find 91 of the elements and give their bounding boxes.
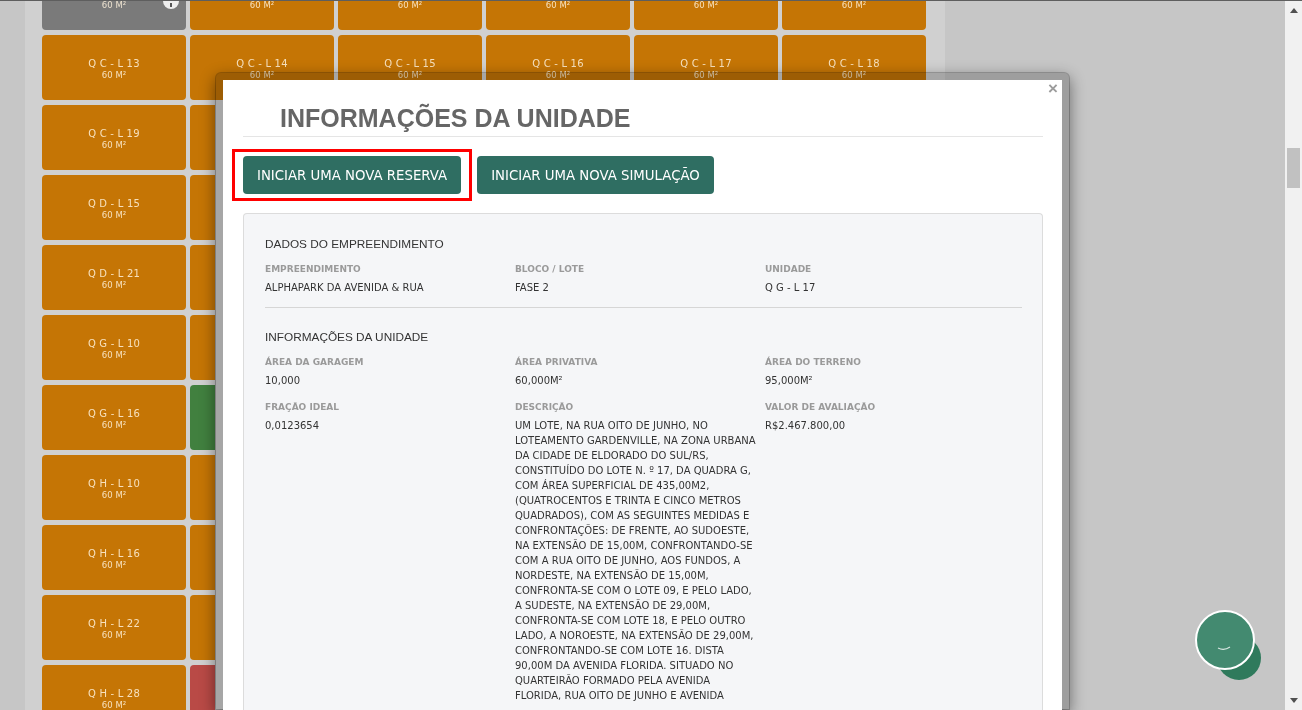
tile-area: 60 M² [101, 700, 127, 710]
tile-label: Q D - L 21 [87, 267, 141, 280]
field-value: ALPHAPARK DA AVENIDA & RUA [265, 281, 424, 295]
scroll-up-icon[interactable] [1289, 8, 1298, 13]
circle-button-icon[interactable] [1194, 609, 1262, 681]
tile-area: 60 M² [249, 70, 275, 81]
field-label: ÁREA PRIVATIVA [515, 355, 598, 369]
field-label: EMPREENDIMENTO [265, 263, 361, 276]
unit-tile[interactable]: 60 M² [338, 1, 482, 30]
tile-area: 60 M² [397, 70, 423, 81]
tile-area: 60 M² [101, 630, 127, 641]
tile-label: Q D - L 15 [87, 197, 141, 210]
tile-label: Q C - L 14 [236, 57, 288, 70]
scrollbar-thumb[interactable] [1287, 148, 1300, 188]
tile-area: 60 M² [841, 70, 867, 81]
tile-area: 60 M² [101, 0, 127, 11]
field-label: FRAÇÃO IDEAL [265, 401, 340, 414]
tile-label: Q C - L 18 [828, 57, 880, 70]
field-value: 95,000M² [765, 374, 813, 388]
unit-tile[interactable]: Q G - L 10 60 M² [42, 315, 186, 380]
tile-label: Q H - L 16 [88, 547, 140, 560]
unit-tile[interactable]: Q C - L 13 60 M² [42, 35, 186, 100]
field-value: 10,000 [265, 374, 300, 388]
tile-area: 60 M² [693, 70, 719, 81]
unit-tile[interactable] [190, 245, 215, 310]
unit-tile[interactable] [190, 595, 215, 660]
tile-area: 60 M² [841, 0, 867, 11]
unit-tile[interactable]: Q D - L 15 60 M² [42, 175, 186, 240]
unit-tile[interactable] [190, 175, 215, 240]
unit-tile[interactable]: Q D - L 21 60 M² [42, 245, 186, 310]
unit-tile[interactable] [190, 385, 215, 450]
tile-area: 60 M² [101, 560, 127, 571]
tile-area: 60 M² [693, 0, 719, 11]
unit-tile[interactable]: Q H - L 28 60 M² [42, 665, 186, 710]
unit-tile[interactable]: 60 M² [634, 1, 778, 30]
unit-tile[interactable] [190, 455, 215, 520]
unit-tile[interactable] [190, 665, 215, 710]
tile-label: Q H - L 10 [88, 477, 140, 490]
tile-label: Q G - L 10 [87, 337, 141, 350]
section-title: INFORMAÇÕES DA UNIDADE [265, 329, 429, 345]
field-label: ÁREA DA GARAGEM [265, 355, 364, 369]
tile-area: 60 M² [545, 70, 571, 81]
modal-title: INFORMAÇÕES DA UNIDADE [280, 103, 631, 133]
tile-area: 60 M² [101, 140, 127, 151]
tile-area: 60 M² [249, 0, 275, 11]
field-label: DESCRIÇÃO [515, 401, 574, 414]
field-value: 0,0123654 [265, 419, 320, 433]
tile-area: 60 M² [101, 70, 127, 81]
field-value: FASE 2 [515, 281, 549, 295]
unit-tile[interactable]: 60 M² [782, 1, 926, 30]
tile-area: 60 M² [101, 420, 127, 431]
action-button[interactable]: INICIAR UMA NOVA SIMULAÇÃO [477, 156, 714, 194]
tile-label: Q C - L 16 [532, 57, 584, 70]
tile-label: Q H - L 28 [88, 687, 140, 700]
unit-tile[interactable]: 60 M² [190, 1, 334, 30]
scrollbar[interactable] [1285, 1, 1302, 710]
tile-area: 60 M² [101, 280, 127, 291]
tile-area: 60 M² [101, 490, 127, 501]
close-button[interactable]: × [1048, 80, 1058, 98]
field-label: ÁREA DO TERRENO [765, 355, 861, 369]
unit-tile[interactable] [190, 525, 215, 590]
section-title: DADOS DO EMPREENDIMENTO [265, 236, 444, 252]
field-label: VALOR DE AVALIAÇÃO [765, 401, 876, 414]
tile-label: Q G - L 16 [87, 407, 141, 420]
tile-label: Q H - L 22 [88, 617, 140, 630]
unit-tile[interactable]: 60 M² [42, 1, 186, 30]
tile-area: 60 M² [101, 350, 127, 361]
field-value: 60,000M² [515, 374, 563, 388]
scroll-down-icon[interactable] [1289, 698, 1298, 703]
unit-tile[interactable]: Q C - L 19 60 M² [42, 105, 186, 170]
tile-label: Q C - L 19 [88, 127, 140, 140]
info-icon[interactable] [163, 1, 179, 9]
tile-label: Q C - L 15 [384, 57, 436, 70]
unit-tile[interactable]: Q H - L 22 60 M² [42, 595, 186, 660]
field-value: Q G - L 17 [765, 281, 816, 295]
field-value: UM LOTE, NA RUA OITO DE JUNHO, NO LOTEAMENTO GARDENVILLE, NA ZONA URBANA DA CIDADE DE ELDORADO DO SUL/RS, CONSTITUÍDO DO LOTE N. º 17, DA QUADRA G, COM ÁREA SUPERFICIAL DE 435,00M2, (QUATROCENTOS E TRINTA E CINCO METROS QUADRADOS), COM AS SEGUINTES MEDIDAS E CONFRONTAÇÕES: DE FRENTE, AO SUDOESTE, NA EXTENSÃO DE 15,00M, CONFRONTANDO-SE COM A RUA OITO DE JUNHO, AOS FUNDOS, A NORDESTE, NA EXTENSÃO DE 15,00M, CONFRONTA-SE COM O LOTE 09, E PELO LADO, A SUDESTE, NA EXTENSÃO DE 29,00M, CONFRONTA-SE COM LOTE 18, E PELO OUTRO LADO, A NOROESTE, NA EXTENSÃO DE 29,00M, CONFRONTANDO-SE COM LOTE 16. DISTA 90,00M DA AVENIDA FLORIDA. SITUADO NO QUARTEIRÃO FORMADO PELA AVENIDA FLORIDA, RUA OITO DE JUNHO E AVENIDA [515, 419, 757, 703]
unit-tile[interactable]: Q G - L 16 60 M² [42, 385, 186, 450]
unit-tile[interactable] [190, 105, 215, 170]
tile-label: Q C - L 17 [680, 57, 732, 70]
unit-tile[interactable]: Q H - L 16 60 M² [42, 525, 186, 590]
action-button[interactable]: INICIAR UMA NOVA RESERVA [243, 156, 462, 194]
field-label: UNIDADE [765, 263, 812, 276]
tile-area: 60 M² [397, 0, 423, 11]
unit-tile[interactable]: Q H - L 10 60 M² [42, 455, 186, 520]
tile-area: 60 M² [101, 210, 127, 221]
unit-tile[interactable]: 60 M² [486, 1, 630, 30]
unit-tile[interactable] [190, 315, 215, 380]
tile-label: Q C - L 13 [88, 57, 140, 70]
field-value: R$2.467.800,00 [765, 419, 846, 433]
field-label: BLOCO / LOTE [515, 263, 585, 276]
tile-area: 60 M² [545, 0, 571, 11]
